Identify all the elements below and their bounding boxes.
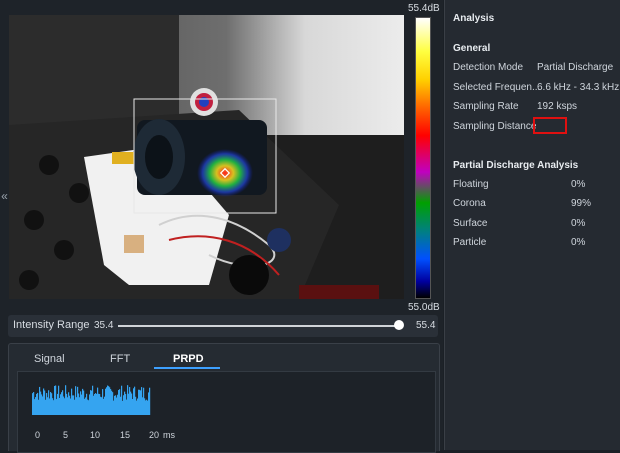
general-key-sampling-rate: Sampling Rate <box>453 101 519 112</box>
tab-signal[interactable]: Signal <box>34 353 65 365</box>
prpd-bar <box>149 387 151 415</box>
general-value-detection-mode: Partial Discharge <box>537 62 614 73</box>
acoustic-camera-view <box>9 15 404 299</box>
scale-max-label: 55.4dB <box>408 3 440 14</box>
pd-value-particle: 0% <box>571 237 586 248</box>
general-key-sampling-distance: Sampling Distance <box>453 121 537 132</box>
pd-key-surface: Surface <box>453 218 488 229</box>
intensity-max-value: 55.4 <box>416 320 436 331</box>
camera-image <box>9 15 404 299</box>
analysis-title: Analysis <box>453 13 495 24</box>
general-value-selected-frequency: 6.6 kHz - 34.3 kHz <box>537 82 620 93</box>
tab-prpd[interactable]: PRPD <box>173 353 204 365</box>
general-key-selected-frequency: Selected Frequen... <box>453 82 541 93</box>
x-tick-label: 20 <box>149 430 160 440</box>
pd-value-floating: 0% <box>571 179 586 190</box>
intensity-range-label: Intensity Range <box>13 319 90 331</box>
intensity-slider-track[interactable] <box>118 325 403 327</box>
x-tick-label: 0 <box>35 430 41 440</box>
pd-key-floating: Floating <box>453 179 489 190</box>
intensity-range-bar: Intensity Range 35.4 55.4 <box>8 315 438 337</box>
active-tab-indicator <box>154 367 220 369</box>
general-key-detection-mode: Detection Mode <box>453 62 524 73</box>
prpd-plot: 0 5 10 15 20 ms <box>17 371 436 453</box>
x-tick-label: 5 <box>63 430 69 440</box>
collapse-chevron-icon[interactable]: « <box>0 185 9 207</box>
intensity-min-value: 35.4 <box>94 320 114 331</box>
pd-analysis-title: Partial Discharge Analysis <box>453 160 579 171</box>
db-color-scale <box>415 17 431 299</box>
general-section-title: General <box>453 43 491 54</box>
x-unit-label: ms <box>163 430 175 440</box>
general-value-sampling-rate: 192 ksps <box>537 101 578 112</box>
analysis-panel: Analysis General Detection Mode Partial … <box>444 0 620 450</box>
x-tick-label: 10 <box>90 430 101 440</box>
prpd-bars <box>32 385 151 415</box>
tab-fft[interactable]: FFT <box>110 353 130 365</box>
intensity-slider-handle[interactable] <box>394 320 404 330</box>
left-panel: « 55.4dB 55.0dB Intensity Range 35.4 55.… <box>0 0 443 453</box>
pd-value-surface: 0% <box>571 218 586 229</box>
sampling-distance-field[interactable] <box>533 117 567 134</box>
scale-min-label: 55.0dB <box>408 302 440 313</box>
pd-key-corona: Corona <box>453 198 486 209</box>
pd-key-particle: Particle <box>453 237 487 248</box>
signal-tabs-panel: Signal FFT PRPD 0 5 10 15 20 ms <box>8 343 440 453</box>
x-tick-label: 15 <box>120 430 131 440</box>
pd-value-corona: 99% <box>571 198 592 209</box>
